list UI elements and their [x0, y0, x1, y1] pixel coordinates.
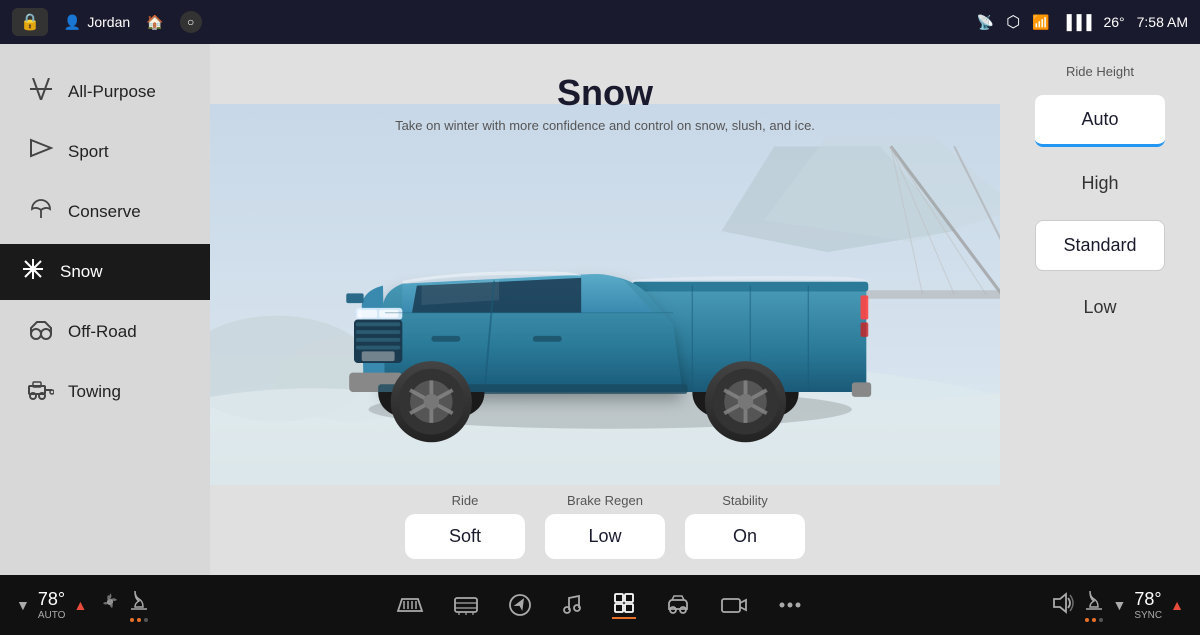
sidebar-label-conserve: Conserve	[68, 202, 141, 222]
top-bar-left: 🔒 👤 Jordan 🏠 ○	[12, 8, 202, 36]
user-name: Jordan	[87, 14, 130, 30]
volume-icon[interactable]	[1052, 592, 1076, 619]
stat-stability: Stability On	[685, 493, 805, 559]
wifi-icon: 📶	[1032, 14, 1049, 31]
stat-ride-label: Ride	[452, 493, 479, 508]
mode-subtitle: Take on winter with more confidence and …	[395, 118, 815, 133]
stat-brake-regen: Brake Regen Low	[545, 493, 665, 559]
right-temp-display: 78° SYNC	[1134, 589, 1162, 621]
sidebar-item-all-purpose[interactable]: All-Purpose	[8, 64, 202, 120]
sidebar-item-conserve[interactable]: Conserve	[8, 184, 202, 240]
ride-height-title: Ride Height	[1066, 64, 1134, 79]
off-road-icon	[28, 318, 54, 346]
seat-heat-right-dots	[1085, 618, 1103, 622]
sidebar-item-snow[interactable]: Snow	[0, 244, 210, 300]
temp-up-button[interactable]: ▲	[73, 597, 87, 613]
left-temp-display: 78° AUTO	[38, 589, 66, 621]
sidebar-label-towing: Towing	[68, 382, 121, 402]
stats-bar: Ride Soft Brake Regen Low Stability On	[210, 493, 1000, 559]
right-temp-down-button[interactable]: ▼	[1112, 597, 1126, 613]
top-bar: 🔒 👤 Jordan 🏠 ○ 📡 ⬡ 📶 ▐▐▐ 26° 7:58 AM	[0, 0, 1200, 44]
stat-brake-label: Brake Regen	[567, 493, 643, 508]
sidebar-item-off-road[interactable]: Off-Road	[8, 304, 202, 360]
stat-brake-value: Low	[545, 514, 665, 559]
time-display: 7:58 AM	[1137, 14, 1188, 30]
bottom-left-controls: ▼ 78° AUTO ▲	[16, 589, 196, 622]
sidebar: All-Purpose Sport Conserve	[0, 44, 210, 575]
more-icon[interactable]	[776, 593, 804, 617]
conserve-icon	[28, 198, 54, 226]
alexa-icon[interactable]: ○	[180, 11, 202, 33]
snow-icon	[20, 258, 46, 286]
bottom-right-controls: ▼ 78° SYNC ▲	[1004, 589, 1184, 622]
ride-height-low[interactable]: Low	[1035, 283, 1165, 332]
left-temp-value: 78°	[38, 589, 65, 610]
main-content: All-Purpose Sport Conserve	[0, 44, 1200, 575]
bluetooth-icon: ⬡	[1006, 12, 1020, 32]
user-icon: 👤	[64, 14, 81, 31]
seat-heat-dots	[130, 618, 148, 622]
windshield-heat-icon[interactable]	[396, 593, 424, 617]
right-temp-sub: SYNC	[1134, 610, 1162, 621]
sport-icon	[28, 138, 54, 166]
ride-height-auto[interactable]: Auto	[1035, 95, 1165, 147]
lock-button[interactable]: 🔒	[12, 8, 48, 36]
ride-height-high[interactable]: High	[1035, 159, 1165, 208]
stat-ride-value: Soft	[405, 514, 525, 559]
camera-icon[interactable]	[720, 593, 748, 617]
sidebar-item-towing[interactable]: Towing	[8, 364, 202, 420]
sidebar-label-off-road: Off-Road	[68, 322, 137, 342]
stat-ride: Ride Soft	[405, 493, 525, 559]
seat-heat-right[interactable]	[1084, 589, 1104, 622]
rear-defroster-icon[interactable]	[452, 593, 480, 617]
all-purpose-icon	[28, 78, 54, 106]
fan-icon[interactable]	[99, 591, 121, 619]
signal-icon: 📡	[977, 14, 994, 31]
home-icon[interactable]: 🏠	[146, 14, 163, 31]
seat-heat-left[interactable]	[129, 589, 149, 622]
sidebar-item-sport[interactable]: Sport	[8, 124, 202, 180]
right-temp-value: 78°	[1134, 589, 1161, 610]
sidebar-label-sport: Sport	[68, 142, 109, 162]
mode-title: Snow	[557, 72, 653, 114]
center-area: Snow Take on winter with more confidence…	[210, 44, 1000, 575]
temp-down-button[interactable]: ▼	[16, 597, 30, 613]
sidebar-label-all-purpose: All-Purpose	[68, 82, 156, 102]
left-temp-sub: AUTO	[38, 610, 66, 621]
stat-stability-label: Stability	[722, 493, 768, 508]
bottom-center-icons	[196, 591, 1004, 619]
ride-height-standard[interactable]: Standard	[1035, 220, 1165, 271]
apps-grid-icon[interactable]	[612, 591, 636, 619]
right-panel: Ride Height Auto High Standard Low	[1000, 44, 1200, 575]
user-info: 👤 Jordan	[64, 14, 130, 31]
towing-icon	[28, 378, 54, 406]
music-icon[interactable]	[560, 593, 584, 617]
car-view-icon[interactable]	[664, 593, 692, 617]
bottom-bar: ▼ 78° AUTO ▲	[0, 575, 1200, 635]
sidebar-label-snow: Snow	[60, 262, 103, 282]
stat-stability-value: On	[685, 514, 805, 559]
top-bar-right: 📡 ⬡ 📶 ▐▐▐ 26° 7:58 AM	[977, 12, 1188, 32]
lte-bars-icon: ▐▐▐	[1062, 14, 1092, 30]
right-temp-up-button[interactable]: ▲	[1170, 597, 1184, 613]
nav-icon[interactable]	[508, 593, 532, 617]
temperature-display: 26°	[1103, 14, 1124, 30]
